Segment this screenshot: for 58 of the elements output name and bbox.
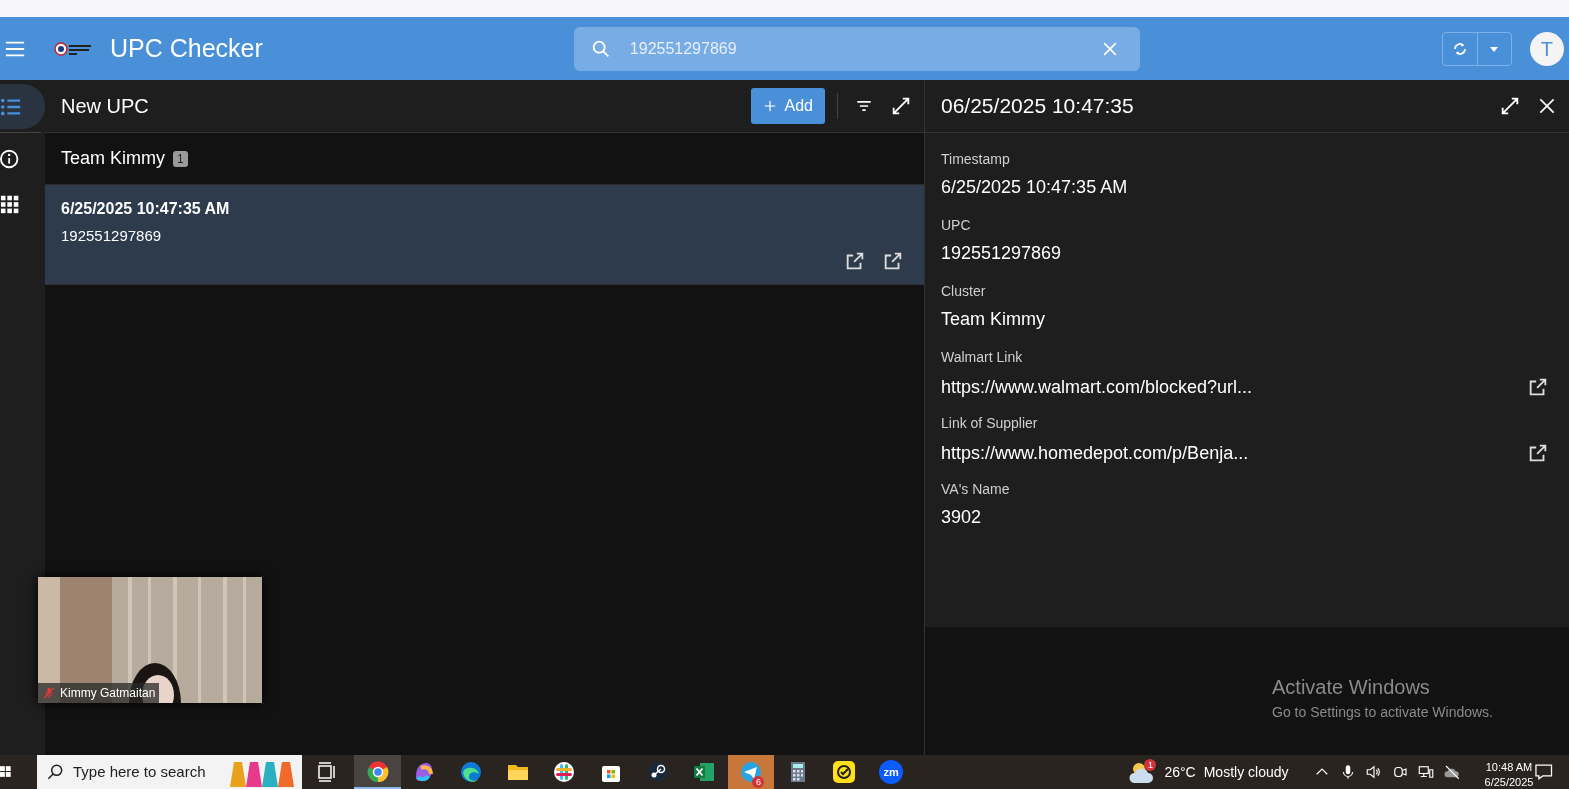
external-link-icon [844, 250, 866, 272]
detail-title: 06/25/2025 10:47:35 [941, 93, 1134, 120]
external-link-icon [1527, 442, 1549, 464]
item-upc: 192551297869 [61, 226, 163, 246]
add-button[interactable]: Add [750, 88, 825, 124]
speaker-icon[interactable] [1364, 763, 1383, 781]
sync-split-button[interactable] [1441, 31, 1512, 66]
steam-icon [645, 760, 670, 784]
item-timestamp: 6/25/2025 10:47:35 AM [61, 199, 231, 219]
expand-icon [890, 95, 912, 117]
taskbar-app[interactable]: 6 [727, 755, 775, 789]
notifications-icon[interactable] [1533, 762, 1553, 782]
taskbar-app[interactable] [354, 755, 402, 789]
field-value: https://www.homedepot.com/p/Benja... [941, 441, 1249, 465]
group-name: Team Kimmy [61, 147, 165, 170]
wave-icon [459, 760, 484, 784]
field-value: 6/25/2025 10:47:35 AM [941, 176, 1128, 199]
round-app-icon [365, 760, 390, 784]
participant-name: Kimmy Gatmaitan [60, 685, 156, 702]
list-item[interactable]: 6/25/2025 10:47:35 AM 192551297869 [45, 185, 924, 285]
field-label: VA's Name [941, 480, 1011, 499]
paper-plane-icon [739, 760, 764, 784]
field-label: Timestamp [941, 150, 1011, 169]
field-value: 3902 [941, 506, 982, 529]
close-icon [1537, 96, 1557, 116]
panel-title: New UPC [61, 94, 149, 119]
field-label: UPC [941, 216, 972, 235]
field-value: Team Kimmy [941, 308, 1045, 331]
activation-text: Go to Settings to activate Windows. [1272, 703, 1493, 722]
field-value: 192551297869 [941, 242, 1062, 265]
zm-app-icon: zm [879, 760, 904, 784]
check-icon [832, 760, 857, 784]
hash-icon [552, 760, 577, 784]
spreadsheet-icon [692, 760, 717, 784]
cloud-icon[interactable] [1442, 763, 1461, 781]
taskbar-clock[interactable]: 10:48 AM 6/25/2025 [1484, 760, 1534, 789]
field-label: Cluster [941, 282, 987, 301]
external-link-icon [882, 250, 904, 272]
field-label: Link of Supplier [941, 414, 1039, 433]
activation-title: Activate Windows [1272, 675, 1431, 700]
network-icon[interactable] [1416, 763, 1435, 781]
app-title: UPC Checker [110, 32, 263, 64]
weather-text: Mostly cloudy [1203, 762, 1289, 782]
taskbar-search-field[interactable]: Type here to search [36, 755, 302, 789]
count-badge: 1 [173, 150, 188, 167]
search-placeholder: Type here to search [72, 761, 206, 782]
notification-badge: 6 [752, 776, 765, 788]
weather-widget[interactable]: 1 26°C Mostly cloudy [1128, 759, 1289, 785]
temperature-text: 26°C [1164, 762, 1196, 782]
taskbar-app[interactable]: zm [867, 755, 915, 789]
external-link-icon [1527, 376, 1549, 398]
field-value: https://www.walmart.com/blocked?url... [941, 375, 1253, 399]
expand-icon [1499, 95, 1521, 117]
plus-icon [762, 99, 777, 113]
field-label: Walmart Link [941, 348, 1024, 367]
logo-icon [54, 40, 94, 57]
user-avatar[interactable]: T [1529, 31, 1564, 66]
notification-badge: 1 [1144, 759, 1157, 771]
